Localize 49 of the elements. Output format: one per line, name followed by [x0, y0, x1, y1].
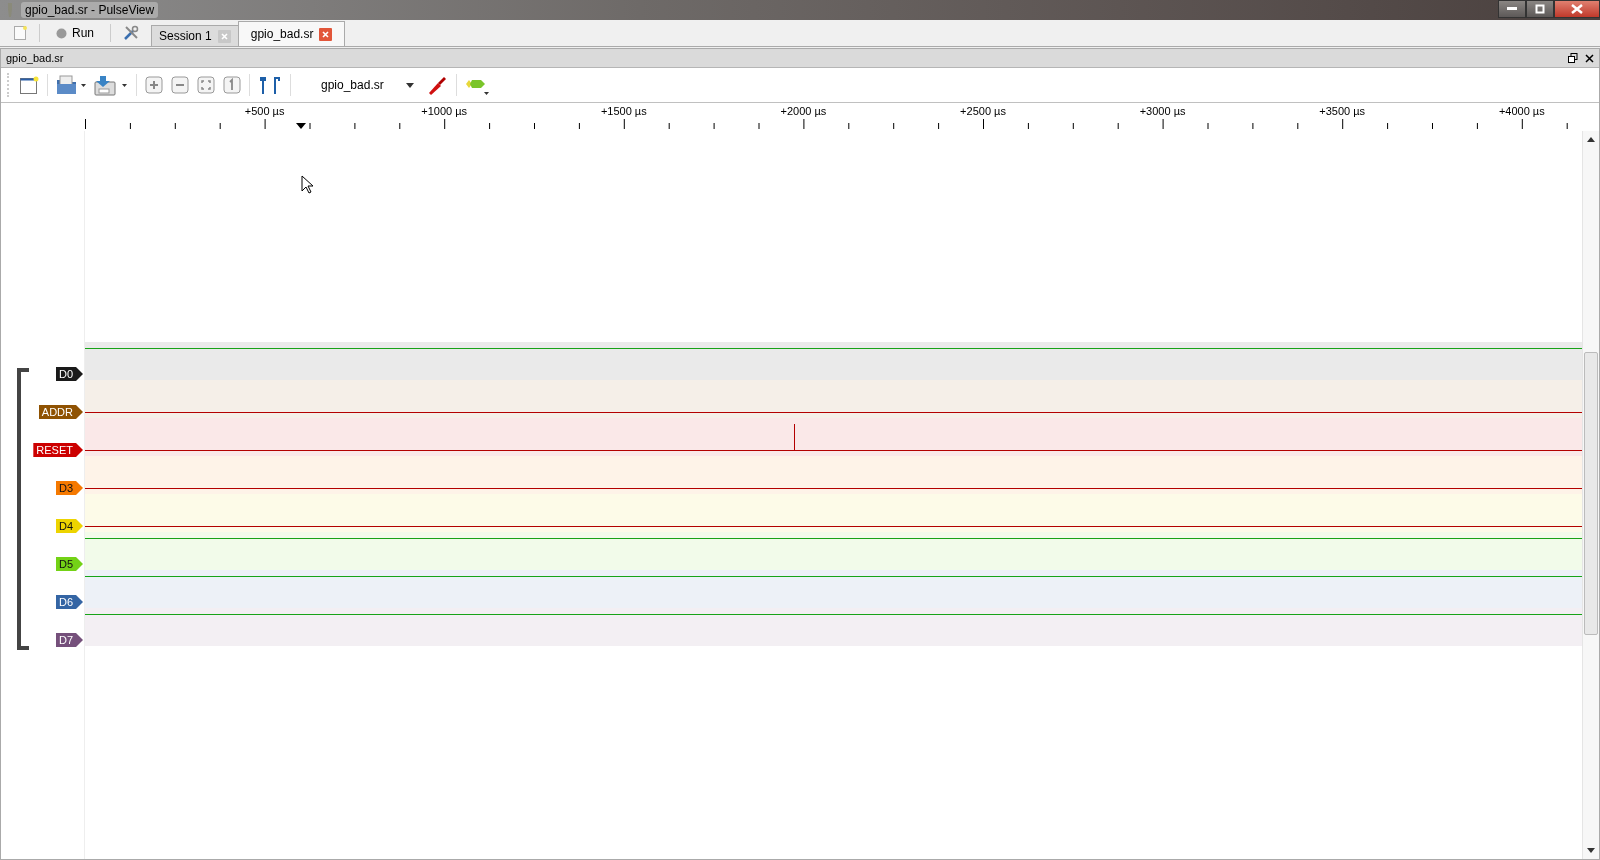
new-view-icon[interactable]	[19, 75, 39, 95]
scroll-up-icon[interactable]	[1587, 137, 1595, 142]
channel-label[interactable]: RESET	[33, 443, 83, 457]
close-icon[interactable]	[1585, 53, 1594, 63]
time-label: +500 µs	[244, 105, 285, 117]
channel-label[interactable]: D5	[55, 557, 83, 571]
time-label: +3500 µs	[1319, 105, 1366, 117]
channel-label[interactable]: D4	[55, 519, 83, 533]
scroll-down-icon[interactable]	[1587, 848, 1595, 853]
channel-label[interactable]: ADDR	[38, 405, 83, 419]
circle-icon	[56, 27, 67, 39]
panel-title: gpio_bad.sr	[6, 52, 64, 64]
restore-button[interactable]	[1526, 0, 1554, 18]
device-dropdown[interactable]: gpio_bad.sr	[299, 78, 418, 92]
restore-icon	[1535, 4, 1545, 14]
channel-label[interactable]: D0	[55, 367, 83, 381]
save-icon[interactable]	[94, 74, 128, 96]
channel-label[interactable]: D7	[55, 633, 83, 647]
tab-label: Session 1	[159, 29, 212, 43]
cursors-icon[interactable]	[258, 75, 282, 95]
zoom-original-icon[interactable]	[223, 76, 241, 94]
window-title: gpio_bad.sr - PulseView	[21, 2, 159, 18]
zoom-in-icon[interactable]	[145, 76, 163, 94]
zoom-fit-icon[interactable]	[197, 76, 215, 94]
time-label: +4000 µs	[1498, 105, 1545, 117]
time-label: +2000 µs	[780, 105, 827, 117]
float-icon[interactable]	[1568, 53, 1578, 63]
channel-label[interactable]: D6	[55, 595, 83, 609]
run-button[interactable]: Run	[46, 26, 104, 40]
session-tab[interactable]: Session 1	[151, 25, 239, 46]
zoom-out-icon[interactable]	[171, 76, 189, 94]
time-label: +3000 µs	[1139, 105, 1186, 117]
settings-icon[interactable]	[123, 25, 139, 41]
time-label: +1500 µs	[600, 105, 647, 117]
folder-icon[interactable]	[56, 75, 86, 95]
pointer-icon	[301, 175, 313, 194]
minimize-icon	[1507, 7, 1517, 11]
scroll-thumb[interactable]	[1584, 352, 1598, 635]
marker-icon[interactable]	[296, 123, 306, 129]
time-label: +1000 µs	[421, 105, 468, 117]
close-button[interactable]	[1554, 0, 1600, 18]
caret-icon	[405, 82, 414, 88]
minimize-button[interactable]	[1498, 0, 1526, 18]
session-tab[interactable]: gpio_bad.sr	[237, 21, 346, 46]
channel-label[interactable]: D3	[55, 481, 83, 495]
time-label: +2500 µs	[960, 105, 1006, 117]
tab-label: gpio_bad.sr	[250, 27, 314, 41]
scrollbar[interactable]	[1582, 131, 1599, 859]
close-icon	[1571, 4, 1583, 14]
